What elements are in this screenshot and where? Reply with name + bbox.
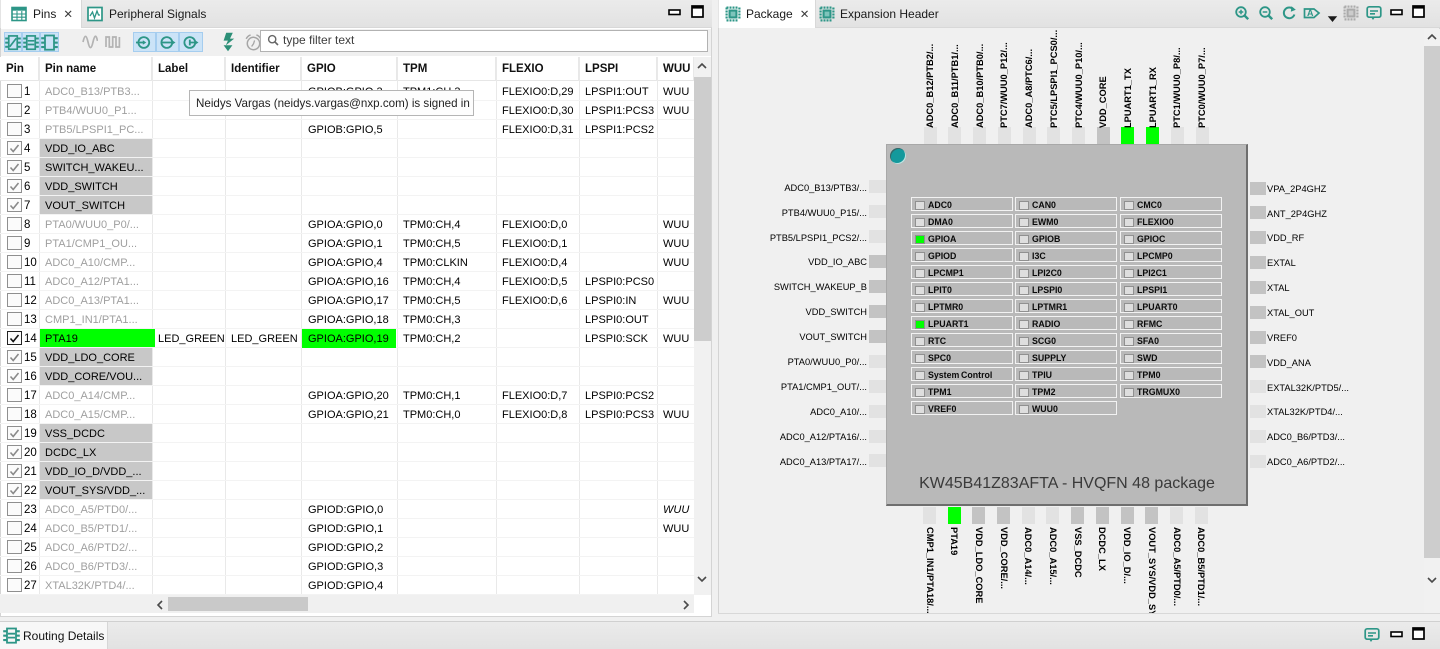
svg-text:A: A (1307, 8, 1314, 18)
